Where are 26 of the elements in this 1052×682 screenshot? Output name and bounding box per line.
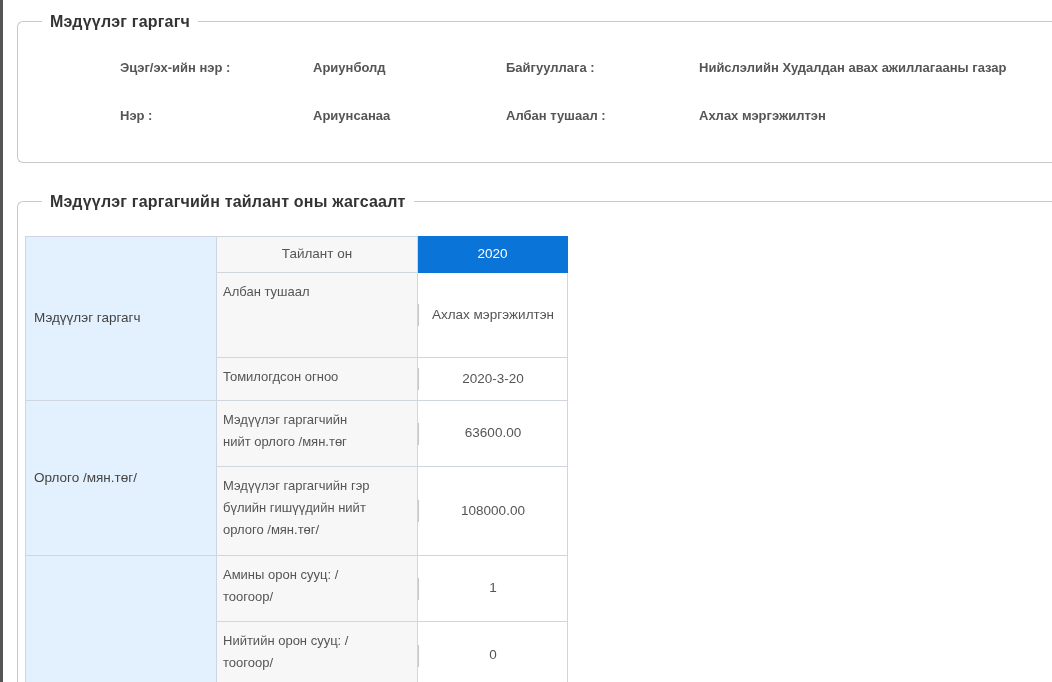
row-label-cell: Мэдүүлэг гаргагчийн гэр бүлийн гишүүдийн нийт орлого /мян.төг/ bbox=[216, 466, 418, 556]
row-label-cell: Томилогдсон огноо bbox=[216, 357, 418, 401]
row-label-cell: Амины орон сууц: /тоогоор/ bbox=[216, 555, 418, 622]
group-cell: Мэдүүлэг гаргагч bbox=[25, 236, 217, 401]
field-label: Нэр : bbox=[120, 106, 154, 125]
field-label: Албан тушаал : bbox=[506, 106, 607, 125]
header-cell: Тайлант он bbox=[216, 236, 418, 273]
section-title: Мэдүүлэг гаргагчийн тайлант оны жагсаалт bbox=[50, 193, 406, 210]
section-title: Мэдүүлэг гаргагч bbox=[50, 13, 191, 30]
value-cell-text: 2020-3-20 bbox=[461, 369, 525, 388]
group-cell: Орлого /мян.төг/ bbox=[25, 400, 217, 556]
value-cell-text: Ахлах мэргэжилтэн bbox=[430, 305, 556, 324]
row-label-cell: Нийтийн орон сууц: /тоогоор/ bbox=[216, 621, 418, 682]
field-label: Байгууллага : bbox=[506, 59, 596, 77]
value-cell-text: 63600.00 bbox=[463, 424, 523, 443]
field-value: Ариунсанаа bbox=[313, 106, 391, 125]
field-label: Эцэг/эх-ийн нэр : bbox=[120, 59, 232, 77]
field-value: Ахлах мэргэжилтэн bbox=[699, 106, 826, 125]
value-cell-text: 1 bbox=[488, 579, 498, 598]
value-cell-text: 0 bbox=[488, 646, 498, 665]
row-label-cell: Албан тушаал bbox=[216, 272, 418, 358]
row-label-cell: Мэдүүлэг гаргагчийн нийт орлого /мян.төг bbox=[216, 400, 418, 467]
year-header-cell: 2020 bbox=[417, 236, 568, 273]
field-value: Нийслэлийн Худалдан авах ажиллагааны газар bbox=[699, 59, 1007, 77]
value-cell-text: 108000.00 bbox=[460, 501, 526, 520]
field-value: Ариунболд bbox=[313, 59, 386, 77]
